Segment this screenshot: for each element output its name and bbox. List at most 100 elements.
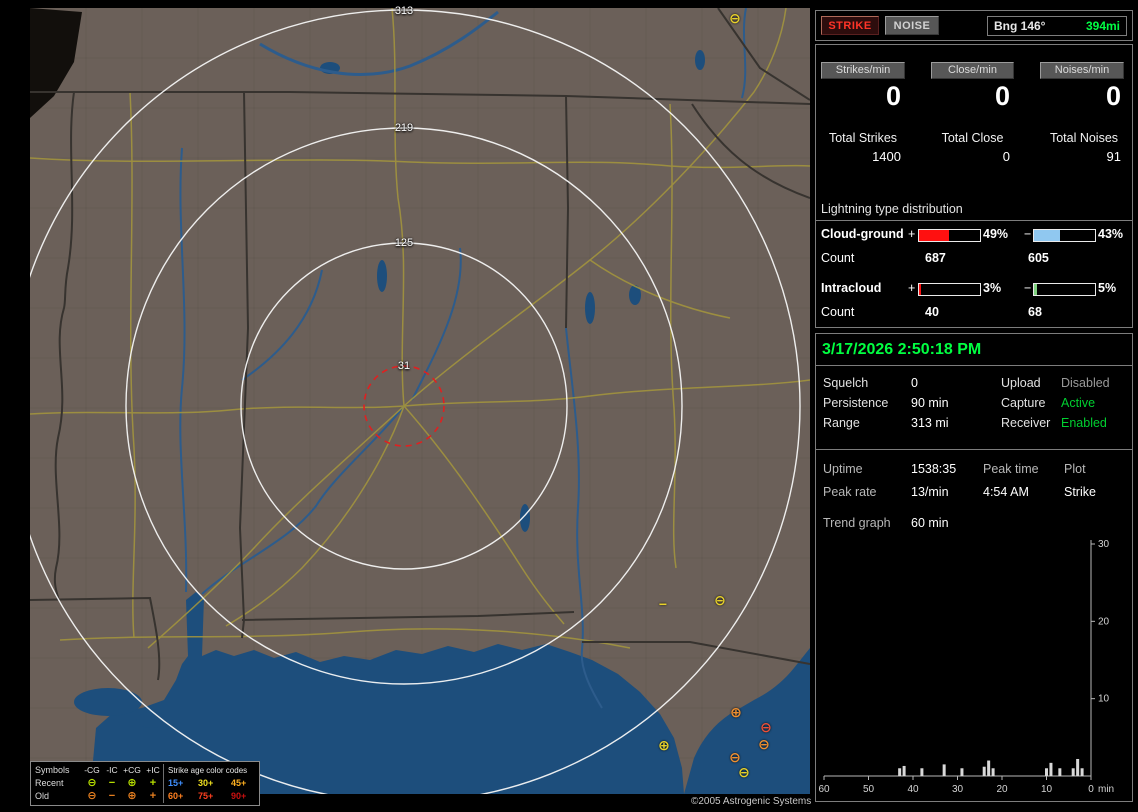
total-close-value: 0	[1002, 149, 1010, 164]
svg-text:10: 10	[1041, 784, 1053, 795]
map-legend: Symbols -CG -IC +CG +IC Strike age color…	[30, 761, 260, 806]
legend-recent-label: Recent	[35, 778, 64, 788]
intracloud-label: Intracloud	[821, 281, 882, 295]
divider	[816, 449, 1132, 450]
trend-graph-label: Trend graph	[823, 516, 891, 530]
copyright-text: ©2005 Astrogenic Systems	[684, 794, 819, 809]
legend-header-pos-ic: +IC	[146, 765, 160, 775]
cloud-ground-label: Cloud-ground	[821, 227, 904, 241]
recent-pos-cg-icon: ⊕	[127, 777, 137, 789]
ic-plus-sign: +	[908, 281, 916, 295]
cg-negative-bar	[1033, 229, 1096, 242]
ic-negative-pct: 5%	[1098, 281, 1117, 295]
peak-time-value: 4:54 AM	[983, 485, 1029, 499]
bearing-display: Bng 146° 394mi	[987, 15, 1127, 36]
persistence-value: 90 min	[911, 396, 949, 410]
map-view[interactable]: 313 219 125 31 ⊖ − ⊖ ⊕ ⊖ ⊕ ⊖ ⊖ ⊖	[30, 5, 810, 794]
svg-text:20: 20	[1098, 616, 1110, 627]
legend-header-pos-cg: +CG	[123, 765, 141, 775]
ic-negative-count: 68	[1028, 305, 1042, 319]
squelch-label: Squelch	[823, 376, 869, 390]
plot-label: Plot	[1064, 462, 1086, 476]
strike-layer: ⊖ − ⊖ ⊕ ⊖ ⊕ ⊖ ⊖ ⊖	[30, 8, 810, 794]
svg-text:30: 30	[1098, 539, 1110, 550]
total-close-label: Total Close	[941, 131, 1004, 145]
strike-symbol-circle-plus: ⊕	[658, 737, 670, 753]
close-per-min-button[interactable]: Close/min	[931, 62, 1014, 79]
strike-symbol-circle-plus: ⊕	[730, 704, 742, 720]
total-strikes-value: 1400	[872, 149, 901, 164]
trend-chart-svg: 60 50 40 30 20 10 0 min 30 20 10	[818, 539, 1114, 795]
receiver-label: Receiver	[1001, 416, 1051, 430]
strike-symbol-circle-minus: ⊖	[738, 764, 750, 780]
svg-text:20: 20	[996, 784, 1008, 795]
noises-per-min-button[interactable]: Noises/min	[1040, 62, 1124, 79]
ic-count-label: Count	[821, 305, 855, 319]
squelch-value: 0	[911, 376, 918, 390]
strike-symbol-circle-minus: ⊖	[714, 592, 726, 608]
svg-text:0: 0	[1088, 784, 1094, 795]
cg-positive-pct: 49%	[983, 227, 1009, 241]
capture-label: Capture	[1001, 396, 1046, 410]
ic-positive-fill	[919, 284, 921, 295]
plot-value: Strike	[1064, 485, 1096, 499]
close-per-min-value: 0	[994, 81, 1010, 111]
legend-header-neg-ic: -IC	[106, 765, 118, 775]
capture-status: Active	[1061, 396, 1096, 410]
persistence-label: Persistence	[823, 396, 889, 410]
divider	[816, 365, 1132, 366]
legend-old-label: Old	[35, 791, 50, 801]
cg-positive-bar	[918, 229, 981, 242]
svg-text:40: 40	[907, 784, 919, 795]
old-neg-cg-icon: ⊖	[87, 790, 97, 802]
ic-negative-bar	[1033, 283, 1096, 296]
status-panel: 3/17/2026 2:50:18 PM Squelch 0 Upload Di…	[815, 333, 1133, 802]
cg-negative-fill	[1034, 230, 1061, 241]
cg-negative-count: 605	[1028, 251, 1049, 265]
svg-text:10: 10	[1098, 694, 1110, 705]
svg-text:50: 50	[863, 784, 875, 795]
ic-positive-bar	[918, 283, 981, 296]
trend-graph-window: 60 min	[911, 516, 949, 530]
svg-text:30: 30	[952, 784, 964, 795]
distribution-title: Lightning type distribution	[816, 202, 1132, 221]
peak-rate-value: 13/min	[911, 485, 949, 499]
uptime-label: Uptime	[823, 462, 863, 476]
datetime-display: 3/17/2026 2:50:18 PM	[822, 341, 982, 358]
strike-symbol-minus: −	[658, 596, 668, 612]
svg-text:min: min	[1098, 784, 1114, 795]
ic-minus-sign: −	[1024, 281, 1032, 295]
range-label: Range	[823, 416, 860, 430]
age-code-75: 75+	[198, 791, 214, 801]
old-pos-ic-icon: +	[149, 790, 157, 802]
range-value: 313 mi	[911, 416, 949, 430]
age-code-15: 15+	[163, 777, 196, 790]
total-noises-value: 91	[1106, 149, 1121, 164]
age-code-45: 45+	[231, 778, 247, 788]
total-noises-label: Total Noises	[1049, 131, 1119, 145]
strikes-per-min-value: 0	[885, 81, 901, 111]
age-code-60: 60+	[163, 790, 196, 803]
recent-neg-ic-icon: −	[108, 777, 116, 789]
old-pos-cg-icon: ⊕	[127, 790, 137, 802]
cg-negative-pct: 43%	[1098, 227, 1124, 241]
cg-positive-count: 687	[925, 251, 946, 265]
recent-pos-ic-icon: +	[149, 777, 157, 789]
legend-header-symbols: Symbols	[35, 765, 70, 775]
cg-count-label: Count	[821, 251, 855, 265]
ic-negative-fill	[1034, 284, 1038, 295]
app-window: 313 219 125 31 ⊖ − ⊖ ⊕ ⊖ ⊕ ⊖ ⊖ ⊖ Symbols -CG -IC…	[0, 0, 1138, 812]
strike-button[interactable]: STRIKE	[821, 16, 879, 35]
peak-time-label: Peak time	[983, 462, 1039, 476]
noise-button[interactable]: NOISE	[885, 16, 939, 35]
strike-symbol-circle-minus: ⊖	[729, 749, 741, 765]
ic-positive-pct: 3%	[983, 281, 1002, 295]
cg-plus-sign: +	[908, 227, 916, 241]
counters-panel: Strikes/min Close/min Noises/min 0 0 0 T…	[815, 44, 1133, 328]
uptime-value: 1538:35	[911, 462, 957, 476]
strikes-per-min-button[interactable]: Strikes/min	[821, 62, 905, 79]
noises-per-min-value: 0	[1105, 81, 1121, 111]
receiver-status: Enabled	[1061, 416, 1107, 430]
control-bar: STRIKE NOISE Bng 146° 394mi	[815, 10, 1133, 41]
svg-text:60: 60	[818, 784, 830, 795]
